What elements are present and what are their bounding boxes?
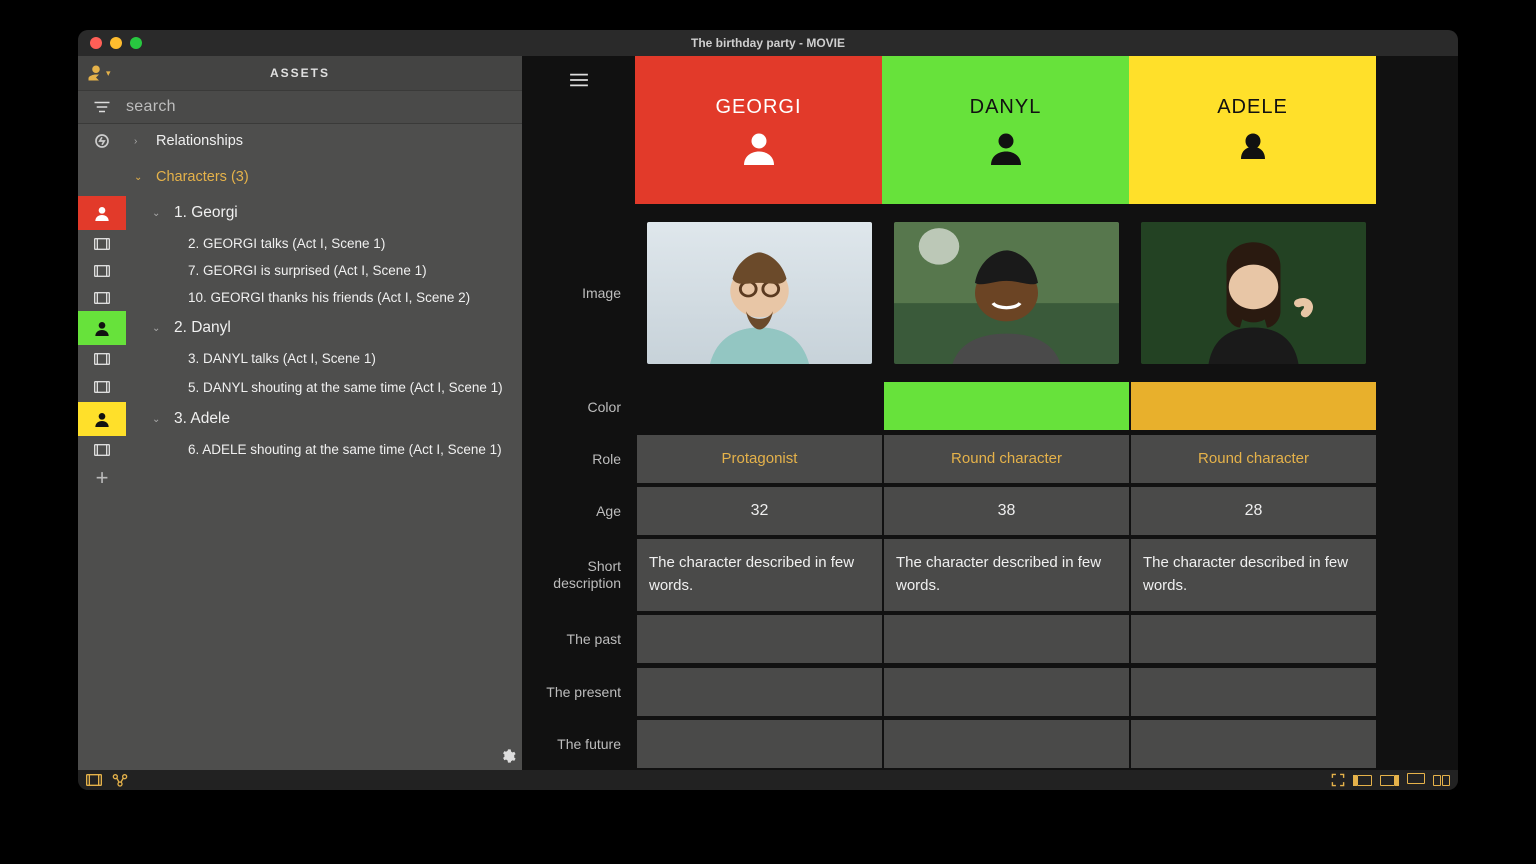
row-label-role: Role <box>522 433 635 485</box>
gutter-georgi[interactable] <box>78 196 126 230</box>
tree-scene[interactable]: 2. GEORGI talks (Act I, Scene 1) <box>126 230 522 257</box>
future-cell-adele[interactable] <box>1129 718 1376 768</box>
status-graph-view-icon[interactable] <box>112 773 128 787</box>
search-input[interactable] <box>126 91 522 123</box>
desc-cell-georgi[interactable]: The character described in few words. <box>635 537 882 611</box>
person-icon <box>741 129 777 165</box>
past-cell-adele[interactable] <box>1129 613 1376 663</box>
asset-tree-gutter: + <box>78 124 126 770</box>
future-cell-danyl[interactable] <box>882 718 1129 768</box>
menu-icon[interactable] <box>522 56 635 206</box>
scene-icon[interactable] <box>78 345 126 372</box>
gutter-danyl[interactable] <box>78 311 126 345</box>
scene-icon[interactable] <box>78 257 126 284</box>
asset-tree: + › Relationships ⌄ Characters (3) ⌄ 1. … <box>78 124 522 770</box>
color-cell-georgi[interactable] <box>635 380 882 430</box>
desc-cell-danyl[interactable]: The character described in few words. <box>882 537 1129 611</box>
filter-icon[interactable] <box>78 100 126 114</box>
tree-scene[interactable]: 7. GEORGI is surprised (Act I, Scene 1) <box>126 257 522 284</box>
gear-icon[interactable] <box>500 748 516 764</box>
color-cell-danyl[interactable] <box>882 380 1129 430</box>
assets-header: ▾ ASSETS <box>78 56 522 90</box>
scene-icon[interactable] <box>78 372 126 402</box>
add-asset-button[interactable]: + <box>78 463 126 493</box>
status-scene-view-icon[interactable] <box>86 774 102 786</box>
chevron-down-icon: ⌄ <box>134 172 146 183</box>
row-label-image: Image <box>522 206 635 380</box>
assets-title: ASSETS <box>78 66 522 80</box>
fullscreen-icon[interactable] <box>1331 773 1345 787</box>
app-window: The birthday party - MOVIE ▾ ASSETS <box>78 30 1458 790</box>
role-cell-georgi[interactable]: Protagonist <box>635 433 882 483</box>
tree-char-danyl[interactable]: ⌄ 2. Danyl <box>126 311 522 345</box>
chevron-down-icon: ⌄ <box>152 414 164 425</box>
layout-left-icon[interactable] <box>1353 775 1372 786</box>
tree-scene[interactable]: 3. DANYL talks (Act I, Scene 1) <box>126 345 522 372</box>
tree-scene[interactable]: 5. DANYL shouting at the same time (Act … <box>126 372 522 402</box>
row-label-short-desc: Short description <box>522 537 635 613</box>
past-cell-georgi[interactable] <box>635 613 882 663</box>
age-cell-georgi[interactable]: 32 <box>635 485 882 535</box>
zoom-window-button[interactable] <box>130 37 142 49</box>
column-header-danyl[interactable]: DANYL <box>882 56 1129 204</box>
relationships-gutter-icon[interactable] <box>78 124 126 158</box>
titlebar: The birthday party - MOVIE <box>78 30 1458 56</box>
future-cell-georgi[interactable] <box>635 718 882 768</box>
role-cell-adele[interactable]: Round character <box>1129 433 1376 483</box>
image-cell-georgi[interactable] <box>635 206 882 378</box>
scene-icon[interactable] <box>78 230 126 257</box>
tree-scene[interactable]: 6. ADELE shouting at the same time (Act … <box>126 436 522 463</box>
age-cell-danyl[interactable]: 38 <box>882 485 1129 535</box>
present-cell-adele[interactable] <box>1129 666 1376 716</box>
tree-scene[interactable]: 10. GEORGI thanks his friends (Act I, Sc… <box>126 284 522 311</box>
person-icon <box>1235 129 1271 165</box>
tree-characters[interactable]: ⌄ Characters (3) <box>126 158 522 196</box>
person-icon <box>988 129 1024 165</box>
minimize-window-button[interactable] <box>110 37 122 49</box>
column-header-georgi[interactable]: GEORGI <box>635 56 882 204</box>
gutter-adele[interactable] <box>78 402 126 436</box>
present-cell-danyl[interactable] <box>882 666 1129 716</box>
caret-right-icon: › <box>134 136 146 147</box>
tree-relationships[interactable]: › Relationships <box>126 124 522 158</box>
chevron-down-icon: ⌄ <box>152 208 164 219</box>
row-label-age: Age <box>522 485 635 537</box>
character-comparison-panel: GEORGI DANYL ADELE Image <box>522 56 1458 770</box>
sidebar: ▾ ASSETS <box>78 56 522 770</box>
image-cell-adele[interactable] <box>1129 206 1376 378</box>
tree-char-georgi[interactable]: ⌄ 1. Georgi <box>126 196 522 230</box>
present-cell-georgi[interactable] <box>635 666 882 716</box>
age-cell-adele[interactable]: 28 <box>1129 485 1376 535</box>
close-window-button[interactable] <box>90 37 102 49</box>
status-bar <box>78 770 1458 790</box>
row-label-future: The future <box>522 718 635 770</box>
desc-cell-adele[interactable]: The character described in few words. <box>1129 537 1376 611</box>
scene-icon[interactable] <box>78 284 126 311</box>
tree-char-adele[interactable]: ⌄ 3. Adele <box>126 402 522 436</box>
scene-icon[interactable] <box>78 436 126 463</box>
color-cell-adele[interactable] <box>1129 380 1376 430</box>
user-menu-icon[interactable] <box>84 61 108 85</box>
chevron-down-icon: ⌄ <box>152 323 164 334</box>
layout-right-icon[interactable] <box>1380 775 1399 786</box>
layout-single-icon[interactable] <box>1407 773 1425 787</box>
window-title: The birthday party - MOVIE <box>78 36 1458 50</box>
row-label-present: The present <box>522 666 635 718</box>
search-row <box>78 90 522 124</box>
role-cell-danyl[interactable]: Round character <box>882 433 1129 483</box>
row-label-color: Color <box>522 380 635 432</box>
image-cell-danyl[interactable] <box>882 206 1129 378</box>
column-header-adele[interactable]: ADELE <box>1129 56 1376 204</box>
row-label-past: The past <box>522 613 635 665</box>
layout-split-icon[interactable] <box>1433 775 1450 786</box>
past-cell-danyl[interactable] <box>882 613 1129 663</box>
